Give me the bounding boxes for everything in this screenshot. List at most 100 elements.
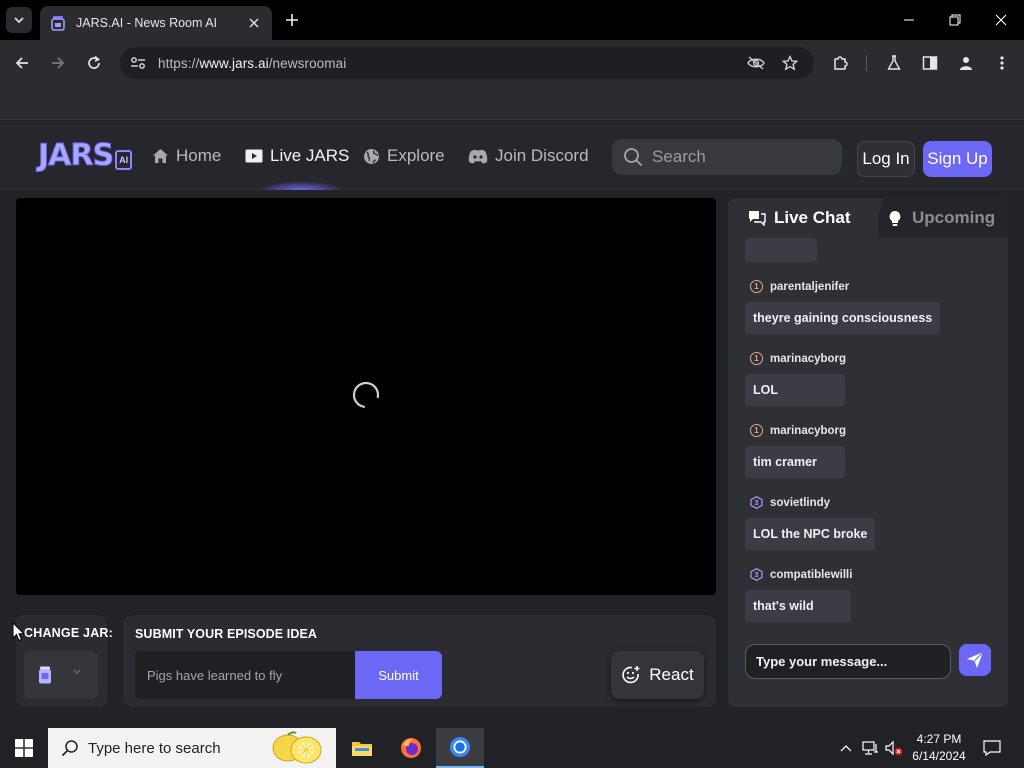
- lightbulb-icon: [886, 209, 904, 227]
- chat-username: parentaljenifer: [770, 280, 850, 293]
- react-button[interactable]: React: [611, 651, 704, 699]
- discord-icon: [468, 147, 488, 165]
- chat-bubbles-icon: [748, 209, 766, 227]
- firefox-icon[interactable]: [387, 728, 435, 768]
- forward-arrow-icon[interactable]: [46, 51, 70, 75]
- browser-toolbar: https://www.jars.ai/newsroomai: [0, 40, 1024, 86]
- submit-button[interactable]: Submit: [355, 651, 442, 699]
- close-tab-icon[interactable]: [246, 15, 262, 31]
- emoji-add-icon: [621, 665, 641, 685]
- site-header: JARS AI Home Live JARS Explore Join Disc…: [0, 121, 1024, 190]
- labs-flask-icon[interactable]: [882, 51, 906, 75]
- clock-date: 6/14/2024: [912, 749, 966, 763]
- side-panel-icon[interactable]: [918, 51, 942, 75]
- send-paper-plane-icon: [967, 651, 984, 668]
- taskbar-clock[interactable]: 4:27 PM 6/14/2024: [900, 731, 978, 765]
- browser-tab-active[interactable]: JARS.AI - News Room AI: [40, 6, 272, 40]
- send-button[interactable]: [959, 644, 991, 676]
- chat-message-user[interactable]: 1 parentaljenifer: [750, 280, 849, 293]
- minimize-icon[interactable]: [897, 8, 921, 32]
- change-jar-panel: CHANGE JAR:: [16, 615, 113, 707]
- site-settings-icon[interactable]: [128, 53, 148, 73]
- nav-home-label: Home: [176, 146, 222, 165]
- url-text: https://www.jars.ai/newsroomai: [158, 55, 347, 71]
- network-icon[interactable]: [860, 728, 882, 768]
- chat-message-user[interactable]: 3 sovietlindy: [750, 496, 830, 509]
- tab-title: JARS.AI - News Room AI: [76, 16, 218, 30]
- react-label: React: [649, 665, 694, 684]
- nav-live-jars[interactable]: Live JARS: [245, 146, 349, 166]
- nav-join-discord[interactable]: Join Discord: [468, 146, 589, 166]
- clock-time: 4:27 PM: [916, 732, 962, 746]
- tab-upcoming-label: Upcoming: [912, 208, 996, 227]
- jars-logo[interactable]: JARS AI: [37, 138, 133, 173]
- jar-select[interactable]: [24, 651, 98, 699]
- chat-tabs: Upcoming Live Chat: [728, 198, 1008, 238]
- reload-icon[interactable]: [82, 51, 106, 75]
- nav-join-discord-label: Join Discord: [495, 146, 589, 165]
- taskbar-search-text: Type here to search: [88, 739, 221, 757]
- level-badge-icon: 3: [750, 568, 763, 581]
- new-tab-icon[interactable]: [282, 10, 302, 30]
- svg-text:3: 3: [755, 500, 759, 507]
- chat-message-bubble: tim cramer: [745, 446, 845, 478]
- signup-button[interactable]: Sign Up: [923, 141, 992, 177]
- episode-idea-input[interactable]: [135, 651, 355, 699]
- profile-icon[interactable]: [954, 51, 978, 75]
- globe-icon: [362, 147, 380, 165]
- chat-message-list[interactable]: 1 parentaljenifer theyre gaining conscio…: [728, 238, 1008, 633]
- tab-live-chat[interactable]: Live Chat: [728, 198, 878, 238]
- login-button[interactable]: Log In: [857, 141, 915, 177]
- extensions-icon[interactable]: [828, 51, 852, 75]
- browser-tab-strip: JARS.AI - News Room AI: [0, 0, 1024, 40]
- more-menu-icon[interactable]: [990, 51, 1014, 75]
- search-highlight-lemons-icon: [272, 731, 322, 764]
- nav-live-jars-label: Live JARS: [270, 146, 350, 165]
- close-window-icon[interactable]: [989, 8, 1013, 32]
- active-nav-indicator: [258, 181, 344, 190]
- episode-idea-panel: SUBMIT YOUR EPISODE IDEA Submit React: [123, 615, 716, 707]
- chat-message-user[interactable]: 1 marinacyborg: [750, 352, 846, 365]
- chevron-up-icon[interactable]: [836, 728, 856, 768]
- tab-live-chat-label: Live Chat: [774, 208, 851, 227]
- chat-username: compatiblewilli: [770, 568, 853, 581]
- logo-text: JARS: [37, 138, 114, 173]
- search-input[interactable]: [652, 147, 832, 167]
- bookmark-star-icon[interactable]: [780, 53, 800, 73]
- chat-username: sovietlindy: [770, 496, 831, 509]
- episode-idea-label: SUBMIT YOUR EPISODE IDEA: [135, 627, 318, 641]
- windows-start-icon[interactable]: [0, 728, 48, 768]
- jars-favicon-icon: [50, 15, 66, 31]
- search-icon: [60, 738, 80, 758]
- chat-message-bubble: LOL the NPC broke: [745, 518, 876, 550]
- tab-search-button[interactable]: [6, 7, 32, 33]
- notifications-icon[interactable]: [978, 728, 1006, 768]
- chat-username: marinacyborg: [770, 424, 847, 437]
- level-badge-icon: 3: [750, 496, 763, 509]
- chat-message-bubble: LOL: [745, 374, 845, 406]
- chat-message-bubble: theyre gaining consciousness: [745, 302, 941, 334]
- chat-message-input[interactable]: [745, 644, 951, 679]
- video-player[interactable]: [16, 198, 716, 595]
- address-bar[interactable]: https://www.jars.ai/newsroomai: [120, 47, 814, 79]
- loading-spinner-icon: [352, 381, 380, 408]
- bookmarks-bar: [0, 86, 1024, 120]
- chat-message-user[interactable]: 3 compatiblewilli: [750, 568, 852, 581]
- nav-home[interactable]: Home: [151, 146, 221, 166]
- home-icon: [151, 147, 169, 165]
- toolbar-divider: [866, 55, 867, 71]
- nav-explore[interactable]: Explore: [362, 146, 445, 166]
- restore-icon[interactable]: [943, 8, 967, 32]
- mouse-cursor-icon: [12, 622, 26, 642]
- site-search[interactable]: [612, 139, 842, 175]
- eye-off-icon[interactable]: [746, 53, 766, 73]
- svg-text:3: 3: [755, 572, 759, 579]
- chevron-down-icon: [73, 669, 81, 674]
- chrome-icon[interactable]: [436, 728, 484, 768]
- change-jar-label: CHANGE JAR:: [24, 626, 114, 640]
- chat-message-bubble: that's wild: [745, 590, 851, 622]
- tab-upcoming[interactable]: Upcoming: [870, 198, 1008, 238]
- file-explorer-icon[interactable]: [338, 728, 386, 768]
- back-arrow-icon[interactable]: [10, 51, 34, 75]
- chat-message-user[interactable]: 1 marinacyborg: [750, 424, 846, 437]
